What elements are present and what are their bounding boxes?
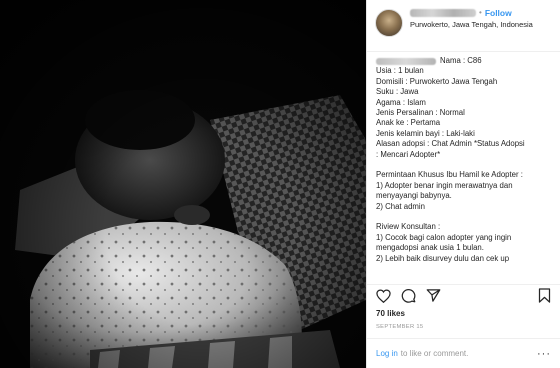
- caption-line: Anak ke : Pertama: [376, 118, 441, 128]
- share-icon[interactable]: [425, 288, 441, 304]
- caption-line: mengadopsi anak usia 1 bulan.: [376, 243, 484, 253]
- login-link[interactable]: Log in: [376, 349, 398, 358]
- caption-line: 1) Adopter benar ingin merawatnya dan: [376, 180, 513, 190]
- avatar[interactable]: [375, 9, 403, 37]
- comment-icon[interactable]: [400, 288, 416, 304]
- heart-icon[interactable]: [375, 288, 391, 304]
- caption-line: Domisili : Purwokerto Jawa Tengah: [376, 76, 498, 86]
- caption-line: Jenis kelamin bayi : Laki-laki: [376, 128, 475, 138]
- caption-fade: [367, 272, 560, 284]
- username-redacted[interactable]: [410, 9, 476, 18]
- caption-first-line: Nama : C86: [376, 56, 552, 66]
- follow-button[interactable]: Follow: [485, 8, 512, 19]
- baby-photo-image: [0, 0, 366, 368]
- separator-dot: •: [479, 8, 482, 18]
- caption-line: Agama : Islam: [376, 97, 426, 107]
- post-header: • Follow Purwokerto, Jawa Tengah, Indone…: [367, 0, 560, 52]
- caption-line: Jenis Persalinan : Normal: [376, 108, 465, 118]
- caption-line: menyayangi babynya.: [376, 191, 452, 201]
- caption-line: 2) Lebih baik disurvey dulu dan cek up: [376, 253, 510, 263]
- login-prompt-text: to like or comment.: [400, 349, 469, 358]
- post-header-text: • Follow Purwokerto, Jawa Tengah, Indone…: [410, 8, 533, 29]
- caption-line: : Mencari Adopter*: [376, 149, 441, 159]
- caption-lines: Usia : 1 bulan Domisili : Purwokerto Jawa…: [376, 66, 552, 264]
- action-bar: [367, 284, 560, 306]
- instagram-post: • Follow Purwokerto, Jawa Tengah, Indone…: [0, 0, 560, 368]
- caption-line: 1) Cocok bagi calon adopter yang ingin: [376, 232, 512, 242]
- caption-line: Permintaan Khusus Ibu Hamil ke Adopter :: [376, 170, 523, 180]
- post-date[interactable]: SEPTEMBER 15: [376, 324, 423, 330]
- caption-line: Suku : Jawa: [376, 87, 419, 97]
- caption-line: Usia : 1 bulan: [376, 66, 424, 76]
- caption-line: Riview Konsultan :: [376, 222, 441, 232]
- more-options-icon[interactable]: ···: [537, 348, 551, 360]
- caption-first-text: Nama : C86: [440, 56, 482, 65]
- post-photo[interactable]: [0, 0, 366, 368]
- bookmark-icon[interactable]: [536, 288, 552, 304]
- caption-line: 2) Chat admin: [376, 201, 425, 211]
- post-sidebar: • Follow Purwokerto, Jawa Tengah, Indone…: [366, 0, 560, 368]
- caption-line: Alasan adopsi : Chat Admin *Status Adops…: [376, 139, 525, 149]
- login-bar: Log in to like or comment. ···: [367, 338, 560, 368]
- username-row: • Follow: [410, 8, 533, 19]
- caption-username-redacted[interactable]: [376, 57, 436, 65]
- post-caption: Nama : C86 Usia : 1 bulan Domisili : Purw…: [376, 56, 552, 264]
- location-link[interactable]: Purwokerto, Jawa Tengah, Indonesia: [410, 20, 533, 29]
- likes-count[interactable]: 70 likes: [376, 309, 405, 318]
